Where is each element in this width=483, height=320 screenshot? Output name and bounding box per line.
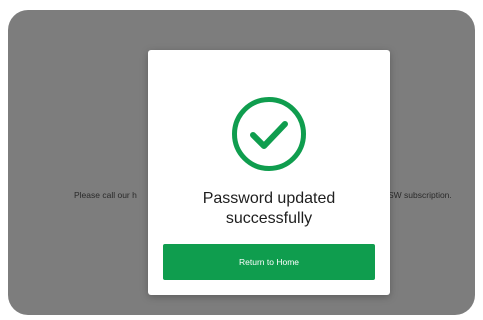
dialog-title-line2: successfully: [225, 210, 313, 227]
dialog-title: Password updated successfully: [148, 189, 390, 229]
dimmed-background: Please call our h SW subscription. Passw…: [8, 10, 475, 315]
check-circle-icon: [232, 97, 306, 171]
dialog-title-line1: Password updated: [202, 190, 336, 207]
return-to-home-button[interactable]: Return to Home: [163, 244, 375, 280]
success-dialog: Password updated successfully Return to …: [148, 50, 390, 295]
background-text-right: SW subscription.: [388, 190, 452, 200]
background-text-left: Please call our h: [74, 190, 137, 200]
